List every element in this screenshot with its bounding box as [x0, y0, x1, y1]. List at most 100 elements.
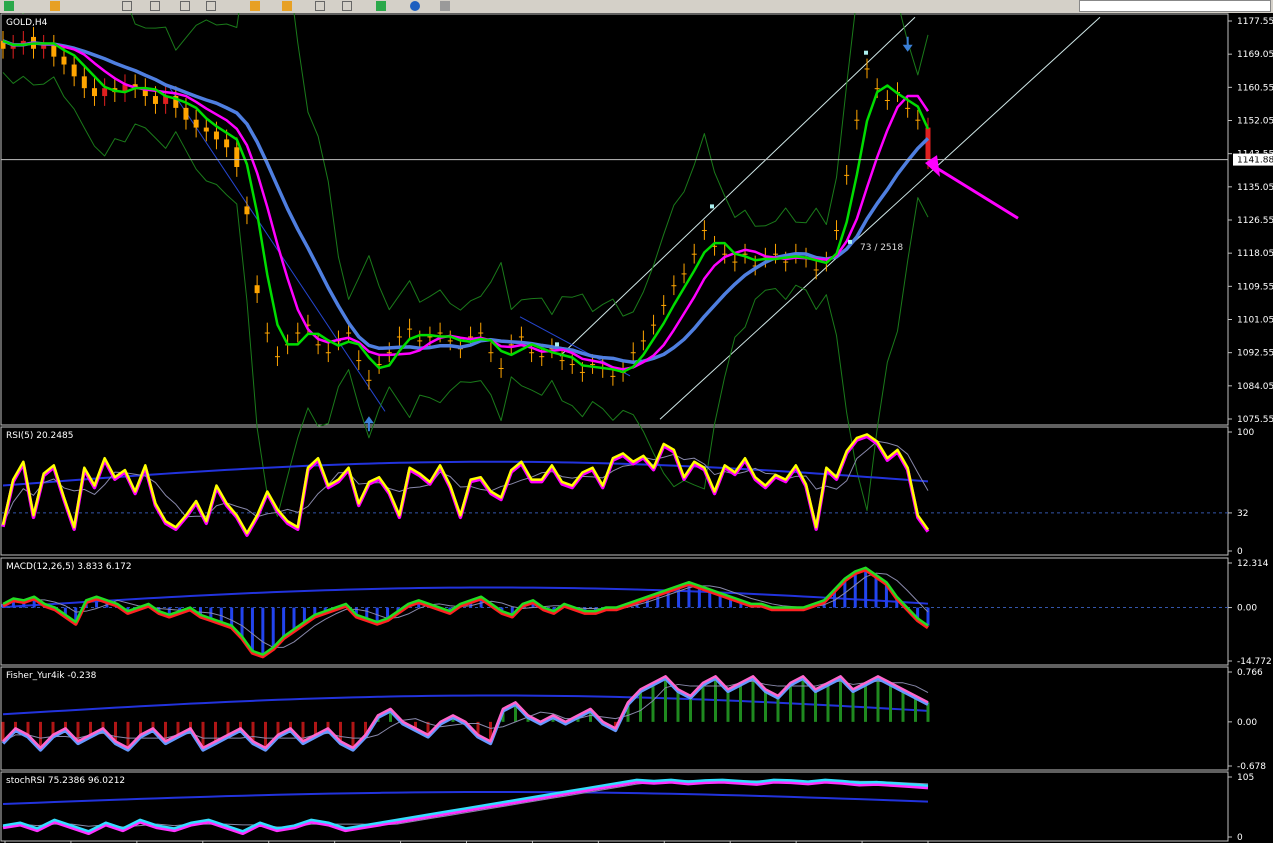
channel-point: [710, 204, 714, 209]
candle-body: [640, 340, 646, 342]
candle-body: [468, 336, 474, 338]
candle-body: [366, 379, 372, 381]
rsi-y-tick-label: 0: [1237, 547, 1243, 557]
candle-body: [234, 147, 240, 167]
grid-icon[interactable]: [122, 1, 132, 11]
candle-body: [610, 375, 616, 377]
main-y-tick-label: 1101.05: [1237, 316, 1273, 326]
candle-body: [71, 64, 77, 77]
candle-body: [407, 328, 413, 330]
macd-y-tick-label: 0.00: [1237, 604, 1257, 614]
candle-body: [295, 332, 301, 334]
candle-body: [661, 304, 667, 306]
candle-body: [254, 285, 260, 294]
chart-area: 1141.8873 / 2518GOLD,H4 1177.551169.05116…: [0, 13, 1273, 843]
new-chart-icon[interactable]: [4, 1, 14, 11]
candle-body: [213, 131, 219, 140]
candle-body: [193, 119, 199, 128]
fisher-title: Fisher_Yur4ik -0.238: [6, 671, 97, 681]
candle-body: [874, 88, 880, 90]
candle-body: [315, 344, 321, 346]
candle-body: [834, 230, 840, 232]
autoscroll-icon[interactable]: [440, 1, 450, 11]
candle-body: [51, 44, 57, 57]
candle-body: [569, 364, 575, 366]
candle-body: [498, 367, 504, 369]
crosshair-icon[interactable]: [206, 1, 216, 11]
channel-point: [555, 342, 559, 347]
main-y-tick-label: 1092.55: [1237, 349, 1273, 359]
fisher-y-tick-label: 0.766: [1237, 668, 1263, 678]
candle-body: [437, 332, 443, 334]
candle-body: [813, 269, 819, 271]
candle-body: [488, 352, 494, 354]
channel-point: [848, 239, 852, 244]
main-y-tick-label: 1118.05: [1237, 249, 1273, 259]
candle-body: [396, 336, 402, 338]
candle-body: [915, 119, 921, 121]
candle-body: [905, 107, 911, 109]
candle-body: [447, 340, 453, 342]
candle-body: [356, 360, 362, 362]
channel-annotation: 73 / 2518: [860, 243, 903, 253]
candle-body: [854, 119, 860, 121]
candle-body: [529, 352, 535, 354]
macd-y-tick-label: 12.314: [1237, 559, 1269, 569]
main-chart-title: GOLD,H4: [6, 18, 48, 28]
candle-body: [579, 371, 585, 373]
main-y-tick-label: 1152.05: [1237, 117, 1273, 127]
rsi-title: RSI(5) 20.2485: [6, 431, 73, 441]
period-icon[interactable]: [150, 1, 160, 11]
candle-body: [61, 56, 67, 65]
candle-body: [183, 107, 189, 120]
candle-body: [590, 364, 596, 366]
stochrsi-y-tick-label: 0: [1237, 833, 1243, 843]
candle-body: [346, 332, 352, 334]
main-y-tick-label: 1177.55: [1237, 17, 1273, 27]
macd-title: MACD(12,26,5) 3.833 6.172: [6, 562, 132, 572]
candle-body: [630, 352, 636, 354]
rsi-y-tick-label: 32: [1237, 509, 1248, 519]
candle-body: [518, 336, 524, 338]
candle-body: [925, 127, 931, 160]
fisher-y-tick-label: 0.00: [1237, 718, 1257, 728]
candle-body: [691, 253, 697, 255]
candle-body: [152, 96, 158, 104]
candle-body: [539, 356, 545, 358]
candle-body: [742, 253, 748, 255]
candle-body: [81, 76, 87, 89]
line-tool-icon[interactable]: [315, 1, 325, 11]
candle-body: [732, 261, 738, 263]
candle-body: [559, 360, 565, 362]
fisher-y-tick-label: -0.678: [1237, 762, 1266, 772]
main-y-tick-label: 1160.55: [1237, 83, 1273, 93]
candle-body: [274, 356, 280, 358]
candle-body: [417, 340, 423, 342]
main-y-tick-label: 1075.55: [1237, 415, 1273, 425]
candle-body: [386, 352, 392, 354]
zoom-out-icon[interactable]: [282, 1, 292, 11]
objects-icon[interactable]: [180, 1, 190, 11]
add-indicator-icon[interactable]: [376, 1, 386, 11]
refresh-icon[interactable]: [410, 1, 420, 11]
candle-body: [681, 273, 687, 275]
candle-body: [244, 206, 250, 215]
main-y-tick-label: 1143.55: [1237, 150, 1273, 160]
candle-body: [224, 139, 230, 148]
candle-body: [722, 253, 728, 255]
candle-body: [478, 332, 484, 334]
main-y-tick-label: 1169.05: [1237, 50, 1273, 60]
candle-body: [325, 352, 331, 354]
stochrsi-y-tick-label: 105: [1237, 773, 1254, 783]
channel-tool-icon[interactable]: [342, 1, 352, 11]
candle-body: [884, 99, 890, 101]
search-input[interactable]: [1079, 0, 1271, 12]
main-y-tick-label: 1084.05: [1237, 382, 1273, 392]
candle-body: [91, 88, 97, 97]
channel-point: [864, 50, 868, 55]
candle-body: [508, 344, 514, 346]
toolbar: [0, 0, 1273, 14]
open-icon[interactable]: [50, 1, 60, 11]
candle-body: [783, 261, 789, 263]
zoom-in-icon[interactable]: [250, 1, 260, 11]
